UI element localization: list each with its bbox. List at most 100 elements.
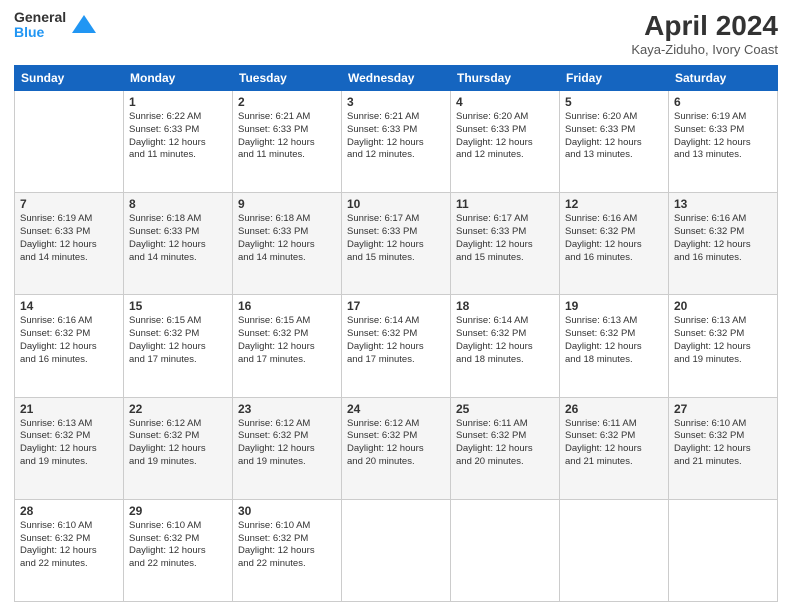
weekday-header: Saturday: [669, 66, 778, 91]
day-info: Sunrise: 6:16 AM Sunset: 6:32 PM Dayligh…: [20, 315, 118, 366]
weekday-header: Tuesday: [233, 66, 342, 91]
day-info: Sunrise: 6:12 AM Sunset: 6:32 PM Dayligh…: [238, 418, 336, 469]
main-title: April 2024: [631, 10, 778, 42]
day-number: 17: [347, 299, 445, 313]
weekday-header: Friday: [560, 66, 669, 91]
calendar-cell: 13 Sunrise: 6:16 AM Sunset: 6:32 PM Dayli…: [669, 193, 778, 295]
weekday-header: Wednesday: [342, 66, 451, 91]
weekday-header: Monday: [124, 66, 233, 91]
day-number: 18: [456, 299, 554, 313]
day-number: 22: [129, 402, 227, 416]
calendar-cell: [669, 499, 778, 601]
day-number: 15: [129, 299, 227, 313]
day-info: Sunrise: 6:10 AM Sunset: 6:32 PM Dayligh…: [674, 418, 772, 469]
day-number: 30: [238, 504, 336, 518]
header: General Blue April 2024 Kaya-Ziduho, Ivo…: [14, 10, 778, 57]
calendar-cell: 21 Sunrise: 6:13 AM Sunset: 6:32 PM Dayli…: [15, 397, 124, 499]
calendar-cell: 1Sunrise: 6:22 AM Sunset: 6:33 PM Daylig…: [124, 91, 233, 193]
day-info: Sunrise: 6:13 AM Sunset: 6:32 PM Dayligh…: [565, 315, 663, 366]
day-info: Sunrise: 6:16 AM Sunset: 6:32 PM Dayligh…: [565, 213, 663, 264]
day-info: Sunrise: 6:10 AM Sunset: 6:32 PM Dayligh…: [20, 520, 118, 571]
calendar-cell: 6 Sunrise: 6:19 AM Sunset: 6:33 PM Daylig…: [669, 91, 778, 193]
day-info: Sunrise: 6:16 AM Sunset: 6:32 PM Dayligh…: [674, 213, 772, 264]
day-number: 27: [674, 402, 772, 416]
calendar: SundayMondayTuesdayWednesdayThursdayFrid…: [14, 65, 778, 602]
day-info: Sunrise: 6:21 AM Sunset: 6:33 PM Dayligh…: [238, 111, 336, 162]
day-number: 12: [565, 197, 663, 211]
calendar-week-row: 21 Sunrise: 6:13 AM Sunset: 6:32 PM Dayli…: [15, 397, 778, 499]
day-number: 23: [238, 402, 336, 416]
calendar-week-row: 1Sunrise: 6:22 AM Sunset: 6:33 PM Daylig…: [15, 91, 778, 193]
day-info: Sunrise: 6:14 AM Sunset: 6:32 PM Dayligh…: [456, 315, 554, 366]
calendar-cell: 3Sunrise: 6:21 AM Sunset: 6:33 PM Daylig…: [342, 91, 451, 193]
calendar-cell: 20 Sunrise: 6:13 AM Sunset: 6:32 PM Dayli…: [669, 295, 778, 397]
calendar-cell: [560, 499, 669, 601]
day-number: 4: [456, 95, 554, 109]
day-number: 5: [565, 95, 663, 109]
title-section: April 2024 Kaya-Ziduho, Ivory Coast: [631, 10, 778, 57]
logo-text: General Blue: [14, 10, 66, 41]
calendar-cell: 8 Sunrise: 6:18 AM Sunset: 6:33 PM Daylig…: [124, 193, 233, 295]
weekday-header: Thursday: [451, 66, 560, 91]
calendar-cell: 26Sunrise: 6:11 AM Sunset: 6:32 PM Dayli…: [560, 397, 669, 499]
calendar-cell: [342, 499, 451, 601]
calendar-cell: 27 Sunrise: 6:10 AM Sunset: 6:32 PM Dayli…: [669, 397, 778, 499]
day-info: Sunrise: 6:11 AM Sunset: 6:32 PM Dayligh…: [456, 418, 554, 469]
day-info: Sunrise: 6:20 AM Sunset: 6:33 PM Dayligh…: [565, 111, 663, 162]
day-number: 9: [238, 197, 336, 211]
calendar-cell: 16 Sunrise: 6:15 AM Sunset: 6:32 PM Dayli…: [233, 295, 342, 397]
logo-icon: [70, 11, 98, 39]
calendar-cell: [15, 91, 124, 193]
day-number: 2: [238, 95, 336, 109]
day-number: 10: [347, 197, 445, 211]
day-number: 25: [456, 402, 554, 416]
day-number: 14: [20, 299, 118, 313]
day-info: Sunrise: 6:11 AM Sunset: 6:32 PM Dayligh…: [565, 418, 663, 469]
day-info: Sunrise: 6:19 AM Sunset: 6:33 PM Dayligh…: [20, 213, 118, 264]
calendar-cell: 5 Sunrise: 6:20 AM Sunset: 6:33 PM Daylig…: [560, 91, 669, 193]
day-info: Sunrise: 6:22 AM Sunset: 6:33 PM Dayligh…: [129, 111, 227, 162]
logo-blue: Blue: [14, 25, 66, 40]
day-info: Sunrise: 6:20 AM Sunset: 6:33 PM Dayligh…: [456, 111, 554, 162]
day-info: Sunrise: 6:17 AM Sunset: 6:33 PM Dayligh…: [456, 213, 554, 264]
day-number: 13: [674, 197, 772, 211]
calendar-cell: 23 Sunrise: 6:12 AM Sunset: 6:32 PM Dayli…: [233, 397, 342, 499]
day-info: Sunrise: 6:12 AM Sunset: 6:32 PM Dayligh…: [129, 418, 227, 469]
day-number: 16: [238, 299, 336, 313]
day-number: 24: [347, 402, 445, 416]
calendar-cell: 15Sunrise: 6:15 AM Sunset: 6:32 PM Dayli…: [124, 295, 233, 397]
calendar-cell: 4 Sunrise: 6:20 AM Sunset: 6:33 PM Daylig…: [451, 91, 560, 193]
calendar-week-row: 28Sunrise: 6:10 AM Sunset: 6:32 PM Dayli…: [15, 499, 778, 601]
calendar-cell: 28Sunrise: 6:10 AM Sunset: 6:32 PM Dayli…: [15, 499, 124, 601]
calendar-cell: 22 Sunrise: 6:12 AM Sunset: 6:32 PM Dayli…: [124, 397, 233, 499]
calendar-cell: 24Sunrise: 6:12 AM Sunset: 6:32 PM Dayli…: [342, 397, 451, 499]
subtitle: Kaya-Ziduho, Ivory Coast: [631, 42, 778, 57]
day-info: Sunrise: 6:10 AM Sunset: 6:32 PM Dayligh…: [238, 520, 336, 571]
logo-general: General: [14, 10, 66, 25]
calendar-cell: 29Sunrise: 6:10 AM Sunset: 6:32 PM Dayli…: [124, 499, 233, 601]
day-info: Sunrise: 6:19 AM Sunset: 6:33 PM Dayligh…: [674, 111, 772, 162]
calendar-cell: 10 Sunrise: 6:17 AM Sunset: 6:33 PM Dayli…: [342, 193, 451, 295]
day-info: Sunrise: 6:18 AM Sunset: 6:33 PM Dayligh…: [129, 213, 227, 264]
calendar-cell: 7Sunrise: 6:19 AM Sunset: 6:33 PM Daylig…: [15, 193, 124, 295]
logo: General Blue: [14, 10, 98, 41]
day-number: 21: [20, 402, 118, 416]
calendar-cell: [451, 499, 560, 601]
calendar-cell: 11Sunrise: 6:17 AM Sunset: 6:33 PM Dayli…: [451, 193, 560, 295]
day-info: Sunrise: 6:18 AM Sunset: 6:33 PM Dayligh…: [238, 213, 336, 264]
calendar-cell: 19Sunrise: 6:13 AM Sunset: 6:32 PM Dayli…: [560, 295, 669, 397]
day-info: Sunrise: 6:13 AM Sunset: 6:32 PM Dayligh…: [20, 418, 118, 469]
day-number: 20: [674, 299, 772, 313]
calendar-cell: 25 Sunrise: 6:11 AM Sunset: 6:32 PM Dayli…: [451, 397, 560, 499]
calendar-week-row: 7Sunrise: 6:19 AM Sunset: 6:33 PM Daylig…: [15, 193, 778, 295]
day-info: Sunrise: 6:15 AM Sunset: 6:32 PM Dayligh…: [238, 315, 336, 366]
day-info: Sunrise: 6:13 AM Sunset: 6:32 PM Dayligh…: [674, 315, 772, 366]
day-number: 3: [347, 95, 445, 109]
calendar-cell: 12 Sunrise: 6:16 AM Sunset: 6:32 PM Dayli…: [560, 193, 669, 295]
calendar-cell: 9 Sunrise: 6:18 AM Sunset: 6:33 PM Daylig…: [233, 193, 342, 295]
day-number: 8: [129, 197, 227, 211]
day-info: Sunrise: 6:17 AM Sunset: 6:33 PM Dayligh…: [347, 213, 445, 264]
page: General Blue April 2024 Kaya-Ziduho, Ivo…: [0, 0, 792, 612]
calendar-header-row: SundayMondayTuesdayWednesdayThursdayFrid…: [15, 66, 778, 91]
day-number: 6: [674, 95, 772, 109]
